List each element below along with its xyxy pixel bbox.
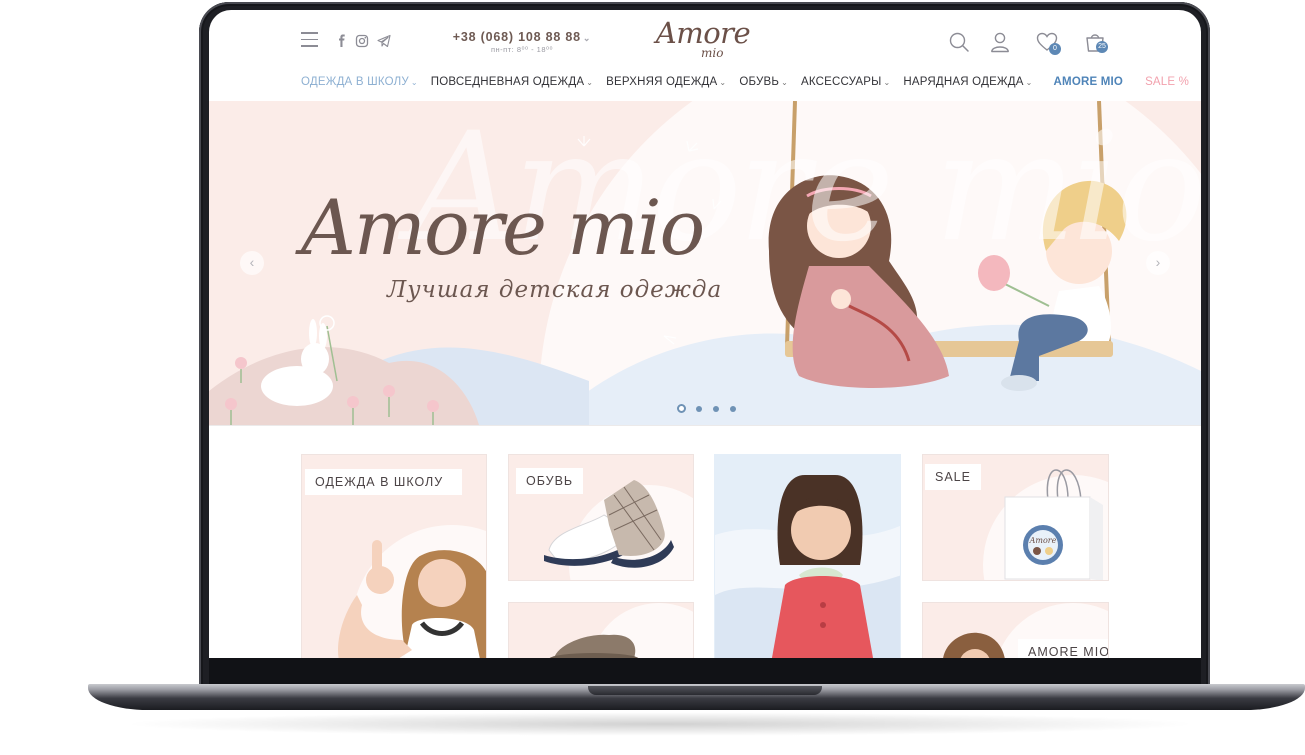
chevron-down-icon: ⌄ xyxy=(1025,78,1033,87)
chevron-down-icon: ⌄ xyxy=(410,78,418,87)
slider-dot-2[interactable] xyxy=(696,405,702,412)
chevron-down-icon: ⌄ xyxy=(719,78,727,87)
hero-slider: Amore mio Amore mio Лучшая детская одежд… xyxy=(209,101,1201,425)
browser-screen: +38 (068) 108 88 88 ⌄ пн-пт: 8⁰⁰ - 18⁰⁰ A… xyxy=(209,10,1201,658)
nav-label: ОДЕЖДА В ШКОЛУ xyxy=(301,76,409,88)
category-tile-shoes[interactable]: ОБУВЬ xyxy=(508,454,694,581)
main-nav: ОДЕЖДА В ШКОЛУ ⌄ ПОВСЕДНЕВНАЯ ОДЕЖДА ⌄ ВЕР… xyxy=(301,74,1201,90)
nav-label: ОБУВЬ xyxy=(739,76,780,88)
nav-item-amore-mio[interactable]: AMORE MIO xyxy=(1054,76,1124,88)
laptop-notch xyxy=(588,686,822,695)
menu-icon[interactable] xyxy=(301,32,318,47)
category-tile-school[interactable]: ОДЕЖДА В ШКОЛУ xyxy=(301,454,487,658)
nav-label: ПОВСЕДНЕВНАЯ ОДЕЖДА xyxy=(430,76,585,88)
nav-item-outerwear[interactable]: ВЕРХНЯЯ ОДЕЖДА ⌄ xyxy=(606,76,726,88)
hero-title: Amore mio xyxy=(301,183,705,272)
nav-item-sale[interactable]: SALE % xyxy=(1145,76,1189,88)
category-label: SALE xyxy=(925,464,981,490)
nav-item-shoes[interactable]: ОБУВЬ ⌄ xyxy=(739,76,788,88)
slider-next-button[interactable]: › xyxy=(1146,251,1170,275)
cart-count-badge: 25 xyxy=(1096,41,1108,53)
site-logo[interactable]: Amore mio xyxy=(647,14,759,66)
nav-label: ВЕРХНЯЯ ОДЕЖДА xyxy=(606,76,718,88)
category-tile-sale[interactable]: Amore SALE xyxy=(922,454,1109,581)
logo-main: Amore xyxy=(655,16,751,50)
hat-photo xyxy=(549,603,693,658)
category-label: ОБУВЬ xyxy=(516,468,584,494)
nav-item-everyday[interactable]: ПОВСЕДНЕВНАЯ ОДЕЖДА ⌄ xyxy=(431,76,593,88)
nav-item-school[interactable]: ОДЕЖДА В ШКОЛУ ⌄ xyxy=(301,76,418,88)
chevron-down-icon: ⌄ xyxy=(586,78,594,87)
facebook-icon[interactable] xyxy=(335,34,349,48)
hero-divider xyxy=(209,425,1201,426)
hero-subtitle: Лучшая детская одежда xyxy=(387,277,723,303)
slider-dot-1[interactable] xyxy=(677,404,686,413)
telegram-icon[interactable] xyxy=(377,34,391,48)
chevron-down-icon: ⌄ xyxy=(781,78,788,87)
slider-dot-3[interactable] xyxy=(713,405,719,412)
chevron-down-icon: ⌄ xyxy=(883,78,891,87)
nav-label: АКСЕССУАРЫ xyxy=(801,76,882,88)
laptop-shadow xyxy=(120,712,1200,736)
laptop-bottom-bezel xyxy=(209,658,1201,686)
girl-coat-photo xyxy=(715,475,900,658)
chevron-right-icon: › xyxy=(1155,254,1161,270)
nav-label: НАРЯДНАЯ ОДЕЖДА xyxy=(903,76,1024,88)
chevron-left-icon: ‹ xyxy=(249,254,255,270)
category-tile-accessories[interactable] xyxy=(508,602,694,658)
category-label: ОДЕЖДА В ШКОЛУ xyxy=(305,469,462,495)
slider-dots xyxy=(677,404,747,413)
site-header: +38 (068) 108 88 88 ⌄ пн-пт: 8⁰⁰ - 18⁰⁰ A… xyxy=(209,10,1201,72)
search-icon[interactable] xyxy=(948,31,970,53)
chevron-down-icon[interactable]: ⌄ xyxy=(583,33,591,43)
instagram-icon[interactable] xyxy=(355,34,369,48)
slider-dot-4[interactable] xyxy=(730,405,736,412)
category-tile-amore-mio[interactable]: AMORE MIO xyxy=(922,602,1109,658)
category-label: AMORE MIO xyxy=(1018,639,1108,658)
slider-prev-button[interactable]: ‹ xyxy=(240,251,264,275)
user-icon[interactable] xyxy=(989,31,1011,53)
working-hours: пн-пт: 8⁰⁰ - 18⁰⁰ xyxy=(490,45,554,54)
nav-item-accessories[interactable]: АКСЕССУАРЫ ⌄ xyxy=(801,76,890,88)
favorites-count-badge: 0 xyxy=(1049,43,1061,55)
svg-text:Amore: Amore xyxy=(1029,536,1057,545)
phone-number[interactable]: +38 (068) 108 88 88 xyxy=(453,30,581,44)
nav-item-formalwear[interactable]: НАРЯДНАЯ ОДЕЖДА ⌄ xyxy=(903,76,1032,88)
category-tile-featured[interactable] xyxy=(714,454,901,658)
logo-sub: mio xyxy=(701,46,724,60)
phone-block[interactable]: +38 (068) 108 88 88 ⌄ пн-пт: 8⁰⁰ - 18⁰⁰ xyxy=(452,30,592,54)
